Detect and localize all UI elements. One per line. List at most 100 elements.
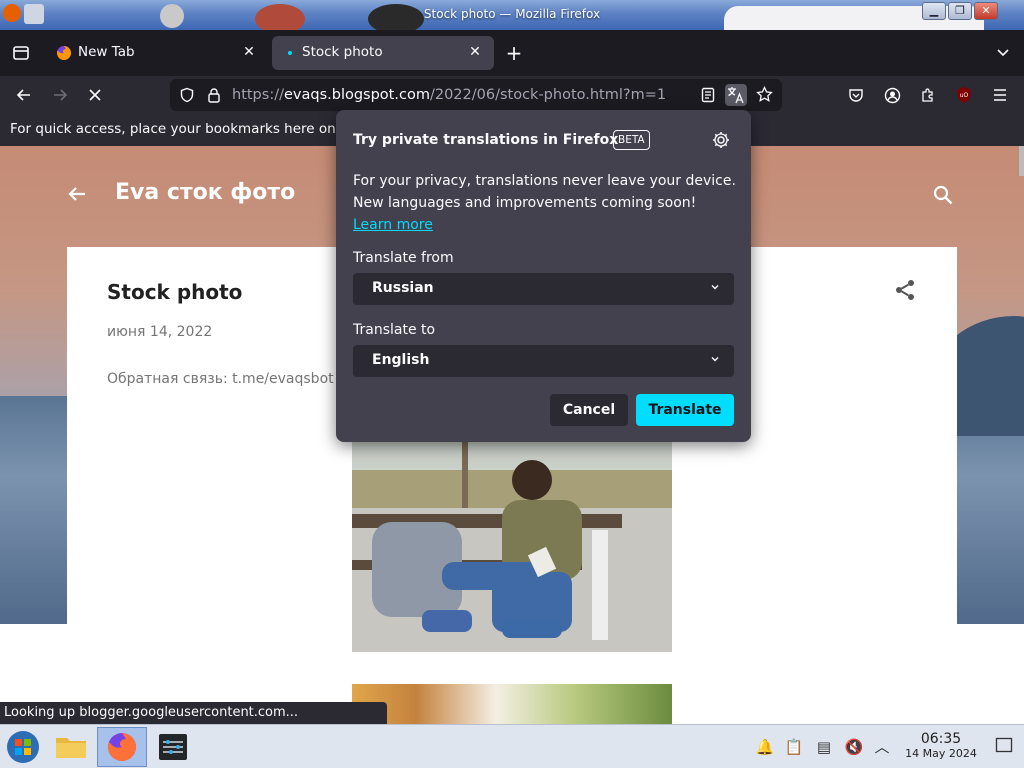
url-text[interactable]: https://evaqs.blogspot.com/2022/06/stock… <box>232 87 666 103</box>
tab-label: Stock photo <box>302 44 383 60</box>
app-menu-button[interactable] <box>985 80 1015 110</box>
translate-to-value: English <box>372 352 430 368</box>
translate-button[interactable]: Translate <box>636 394 734 426</box>
back-arrow-icon <box>16 89 30 101</box>
navigation-toolbar: https://evaqs.blogspot.com/2022/06/stock… <box>0 76 1024 114</box>
tab-stock-photo[interactable]: Stock photo ✕ <box>272 36 494 70</box>
learn-more-link[interactable]: Learn more <box>353 217 433 233</box>
account-icon <box>884 87 900 104</box>
new-tab-button[interactable]: + <box>499 38 529 68</box>
maximize-button[interactable]: ❐ <box>948 2 972 20</box>
volume-muted-icon[interactable]: 🔇 <box>844 737 864 757</box>
bookmark-star-button[interactable] <box>753 84 775 106</box>
firefox-view-button[interactable] <box>6 38 36 68</box>
window-titlebar: Stock photo — Mozilla Firefox ▁ ❐ ✕ <box>0 0 1024 30</box>
tab-strip: New Tab ✕ Stock photo ✕ + <box>0 30 1024 76</box>
pocket-icon <box>849 89 863 102</box>
panel-title: Try private translations in Firefox <box>353 132 619 148</box>
reader-view-icon <box>701 87 715 103</box>
url-host: evaqs.blogspot.com <box>283 87 430 103</box>
clock-time: 06:35 <box>920 731 962 747</box>
translate-icon <box>728 87 744 104</box>
translate-button[interactable] <box>725 84 747 106</box>
lock-icon <box>208 88 220 103</box>
svg-text:uO: uO <box>960 92 969 99</box>
ublock-origin-button[interactable]: uO <box>949 80 979 110</box>
translate-from-value: Russian <box>372 280 434 296</box>
hamburger-menu-icon <box>994 89 1006 101</box>
bookmarks-hint: For quick access, place your bookmarks h… <box>10 121 336 137</box>
taskbar-system-settings[interactable] <box>150 727 196 767</box>
show-desktop-icon <box>995 737 1013 753</box>
post-title: Stock photo <box>107 280 243 304</box>
panel-description-text: For your privacy, translations never lea… <box>353 173 736 211</box>
firefox-icon <box>56 46 71 60</box>
url-path: /2022/06/stock-photo.html?m=1 <box>429 87 667 103</box>
clock-date: 14 May 2024 <box>905 747 977 760</box>
cancel-button[interactable]: Cancel <box>550 394 628 426</box>
photo-illustration <box>352 442 672 652</box>
url-scheme: https:// <box>232 87 284 103</box>
clock[interactable]: 06:35 14 May 2024 <box>900 731 982 760</box>
notes-tray-icon[interactable]: ▤ <box>814 737 834 757</box>
extensions-button[interactable] <box>913 80 943 110</box>
chevron-down-icon <box>711 285 719 290</box>
ublock-shield-icon: uO <box>957 87 971 103</box>
list-all-tabs-button[interactable] <box>988 38 1018 68</box>
forward-button[interactable] <box>45 80 75 110</box>
share-button[interactable] <box>893 278 917 302</box>
post-body-text: Обратная связь: t.me/evaqsbot <box>107 371 334 387</box>
puzzle-piece-icon <box>922 88 933 102</box>
reader-view-button[interactable] <box>697 84 719 106</box>
post-date[interactable]: июня 14, 2022 <box>107 324 212 340</box>
taskbar-file-manager[interactable] <box>48 727 94 767</box>
post-photo-boy-on-bench[interactable] <box>352 442 672 652</box>
taskbar: 🔔 📋 ▤ 🔇 ︿ 06:35 14 May 2024 <box>0 724 1024 768</box>
taskbar-firefox[interactable] <box>97 727 147 767</box>
firefox-icon <box>107 733 136 761</box>
minimize-button[interactable]: ▁ <box>922 2 946 20</box>
tab-label: New Tab <box>78 44 135 60</box>
blog-title[interactable]: Eva сток фото <box>115 180 295 205</box>
tracking-protection-button[interactable] <box>176 84 198 106</box>
settings-sliders-icon <box>159 734 187 760</box>
translate-from-select[interactable]: Russian <box>353 273 734 305</box>
account-button[interactable] <box>877 80 907 110</box>
start-menu-button[interactable] <box>0 727 46 767</box>
shield-icon <box>180 87 194 103</box>
gear-icon <box>713 132 729 148</box>
pocket-button[interactable] <box>841 80 871 110</box>
stop-icon <box>89 89 101 101</box>
close-window-button[interactable]: ✕ <box>974 2 998 20</box>
site-info-button[interactable] <box>203 84 225 106</box>
status-panel: Looking up blogger.googleusercontent.com… <box>0 702 387 724</box>
back-arrow-icon <box>68 187 85 201</box>
post-photo-second[interactable] <box>352 684 672 724</box>
translate-from-label: Translate from <box>353 250 454 266</box>
forward-arrow-icon <box>54 89 68 101</box>
chevron-down-icon <box>997 49 1009 57</box>
scrollbar-thumb[interactable] <box>1019 146 1024 176</box>
translations-panel: Try private translations in Firefox BETA… <box>336 110 751 442</box>
share-icon <box>896 280 914 300</box>
back-button[interactable] <box>9 80 39 110</box>
translate-to-select[interactable]: English <box>353 345 734 377</box>
chevron-up-icon[interactable]: ︿ <box>872 737 892 757</box>
translate-to-label: Translate to <box>353 322 436 338</box>
window-title: Stock photo — Mozilla Firefox <box>423 7 601 21</box>
chevron-down-icon <box>711 357 719 362</box>
close-tab-icon[interactable]: ✕ <box>464 41 486 63</box>
stop-button[interactable] <box>80 80 110 110</box>
blog-back-button[interactable] <box>66 178 88 211</box>
show-desktop-button[interactable] <box>994 737 1014 757</box>
loading-dot-icon <box>288 51 292 55</box>
blog-search-button[interactable] <box>932 184 954 206</box>
clipboard-tray-icon[interactable]: 📋 <box>784 737 804 757</box>
translation-settings-button[interactable] <box>711 130 733 152</box>
close-tab-icon[interactable]: ✕ <box>238 41 260 63</box>
tab-new-tab[interactable]: New Tab ✕ <box>44 36 268 70</box>
panel-description: For your privacy, translations never lea… <box>353 170 738 236</box>
url-bar[interactable]: https://evaqs.blogspot.com/2022/06/stock… <box>170 79 782 111</box>
notifications-bell-icon[interactable]: 🔔 <box>755 737 775 757</box>
firefox-view-icon <box>13 46 29 60</box>
